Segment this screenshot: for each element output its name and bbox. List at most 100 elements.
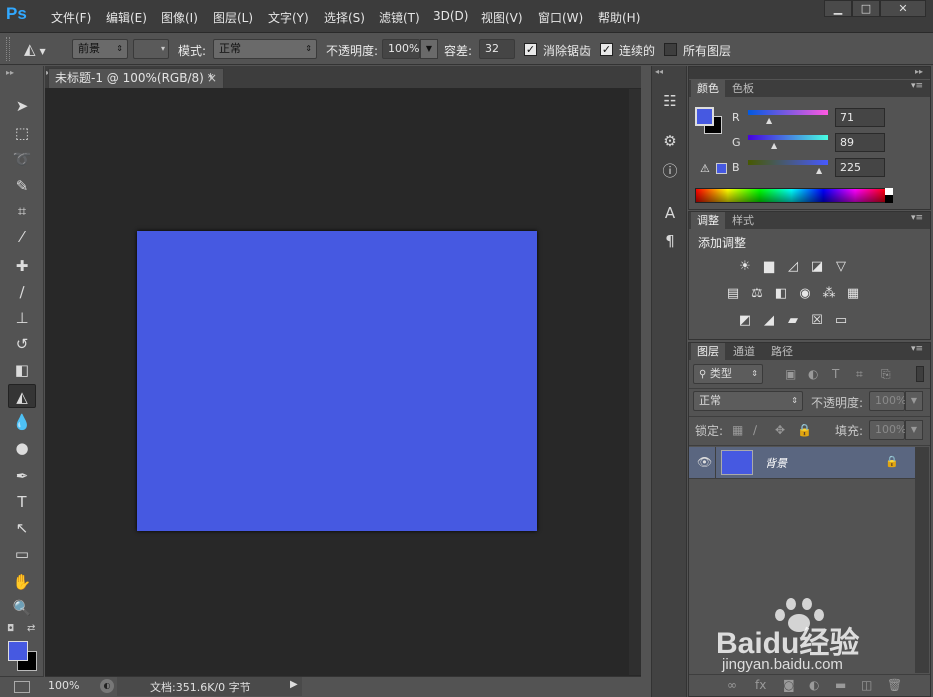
layers-scrollbar[interactable] — [915, 447, 929, 673]
exposure-icon[interactable]: ◪ — [808, 259, 826, 275]
move-icon[interactable]: ➤ — [8, 94, 36, 118]
black-white-icon[interactable]: ◧ — [772, 286, 790, 302]
minimize-button[interactable]: ▁ — [824, 0, 852, 17]
new-adjustment-layer-icon[interactable]: ◐ — [809, 678, 819, 692]
tab-layers[interactable]: 图层 — [691, 343, 725, 360]
properties-panel-icon[interactable]: ⚙ — [659, 130, 681, 152]
opacity-input[interactable]: 100% — [382, 39, 420, 59]
document-tab[interactable]: 未标题-1 @ 100%(RGB/8) * × — [48, 68, 224, 88]
g-input[interactable]: 89 — [835, 133, 885, 152]
layer-filter-select[interactable]: ⚲ 类型 ⇕ — [693, 364, 763, 384]
menu-image[interactable]: 图像(I) — [161, 9, 198, 26]
screen-mode-icon[interactable] — [14, 681, 30, 693]
path-select-icon[interactable]: ↖ — [8, 516, 36, 540]
menu-layer[interactable]: 图层(L) — [213, 9, 253, 26]
lasso-icon[interactable]: ➰ — [8, 147, 36, 171]
pattern-picker[interactable]: ▾ — [133, 39, 169, 59]
menu-filter[interactable]: 滤镜(T) — [379, 9, 420, 26]
healing-icon[interactable]: ✚ — [8, 254, 36, 278]
default-colors-icon[interactable]: ◘ — [7, 624, 14, 634]
maximize-button[interactable]: □ — [852, 0, 880, 17]
vibrance-icon[interactable]: ▽ — [832, 259, 850, 275]
color-balance-icon[interactable]: ⚖ — [748, 286, 766, 302]
curves-icon[interactable]: ◿ — [784, 259, 802, 275]
zoom-level[interactable]: 100% — [48, 679, 79, 692]
r-slider[interactable] — [748, 110, 828, 115]
r-input[interactable]: 71 — [835, 108, 885, 127]
menu-view[interactable]: 视图(V) — [481, 9, 523, 26]
crop-icon[interactable]: ⌗ — [8, 199, 36, 223]
tab-styles[interactable]: 样式 — [726, 212, 760, 229]
filter-shape-icon[interactable]: ⌗ — [856, 367, 863, 382]
panel-menu-icon[interactable]: ▾≡ — [911, 81, 923, 91]
filter-type-icon[interactable]: T — [832, 367, 839, 381]
tool-preset-picker[interactable]: ◭ ▼ — [24, 38, 60, 60]
levels-icon[interactable]: ▆ — [760, 259, 778, 275]
all-layers-checkbox[interactable] — [664, 43, 677, 56]
close-button[interactable]: ✕ — [880, 0, 926, 17]
antialias-checkbox[interactable]: ✓ — [524, 43, 537, 56]
new-layer-icon[interactable]: ◫ — [861, 678, 872, 692]
filter-adjustment-icon[interactable]: ◐ — [808, 367, 818, 381]
paint-bucket-icon[interactable]: ◭ — [8, 384, 36, 408]
b-slider-handle[interactable]: ▲ — [816, 166, 822, 175]
threshold-icon[interactable]: ▰ — [784, 313, 802, 329]
lock-position-icon[interactable]: ✥ — [775, 423, 785, 437]
foreground-color-swatch[interactable] — [8, 641, 28, 661]
new-group-icon[interactable]: ▬ — [835, 678, 846, 692]
vertical-scrollbar[interactable] — [629, 89, 641, 675]
contiguous-checkbox[interactable]: ✓ — [600, 43, 613, 56]
tab-color[interactable]: 颜色 — [691, 80, 725, 97]
opacity-dropdown[interactable]: ▼ — [420, 39, 438, 59]
collapse-arrows-icon[interactable]: ◂◂ — [655, 67, 663, 76]
layer-opacity-input[interactable]: 100% — [869, 391, 906, 411]
brightness-contrast-icon[interactable]: ☀ — [736, 259, 754, 275]
canvas[interactable] — [137, 231, 537, 531]
lock-transparent-icon[interactable]: ▦ — [732, 423, 743, 437]
invert-icon[interactable]: ◩ — [736, 313, 754, 329]
panel-menu-icon[interactable]: ▾≡ — [911, 344, 923, 354]
tab-paths[interactable]: 路径 — [765, 343, 799, 360]
menu-edit[interactable]: 编辑(E) — [106, 9, 147, 26]
layer-name[interactable]: 背景 — [765, 455, 787, 471]
lock-image-icon[interactable]: ∕ — [753, 423, 757, 437]
info-panel-icon[interactable]: ⓘ — [659, 160, 681, 182]
collapse-arrows-icon[interactable]: ▸▸ — [915, 67, 923, 76]
channel-mixer-icon[interactable]: ⁂ — [820, 286, 838, 302]
g-slider-handle[interactable]: ▲ — [771, 141, 777, 150]
filter-smart-object-icon[interactable]: ⎘ — [881, 367, 891, 382]
delete-layer-icon[interactable]: 🗑 — [887, 678, 902, 692]
brush-icon[interactable]: ∕ — [8, 280, 36, 304]
menu-type[interactable]: 文字(Y) — [268, 9, 309, 26]
paragraph-panel-icon[interactable]: ¶ — [659, 230, 681, 252]
hue-saturation-icon[interactable]: ▤ — [724, 286, 742, 302]
panel-menu-icon[interactable]: ▾≡ — [911, 213, 923, 223]
eyedropper-icon[interactable]: ⁄ — [8, 225, 36, 249]
filter-pixel-icon[interactable]: ▣ — [785, 367, 796, 381]
gradient-map-icon[interactable]: ▭ — [832, 313, 850, 329]
black-swatch[interactable] — [885, 195, 893, 203]
lock-all-icon[interactable]: 🔒 — [797, 423, 812, 437]
g-slider[interactable] — [748, 135, 828, 140]
character-panel-icon[interactable]: A — [659, 202, 681, 224]
menu-3d[interactable]: 3D(D) — [433, 9, 468, 23]
close-tab-icon[interactable]: × — [207, 69, 217, 88]
dodge-icon[interactable]: ● — [8, 436, 36, 460]
menu-window[interactable]: 窗口(W) — [538, 9, 583, 26]
zoom-icon[interactable]: 🔍 — [8, 596, 36, 620]
selective-color-icon[interactable]: ☒ — [808, 313, 826, 329]
fill-dropdown[interactable]: ▼ — [905, 420, 923, 440]
color-ramp[interactable] — [695, 188, 888, 203]
layer-opacity-dropdown[interactable]: ▼ — [905, 391, 923, 411]
menu-file[interactable]: 文件(F) — [51, 9, 91, 26]
gamut-color-swatch[interactable] — [716, 163, 727, 174]
layer-style-icon[interactable]: fx — [755, 678, 766, 692]
tab-adjustments[interactable]: 调整 — [691, 212, 725, 229]
b-input[interactable]: 225 — [835, 158, 885, 177]
fill-source-select[interactable]: 前景 ⇕ — [72, 39, 128, 59]
menu-help[interactable]: 帮助(H) — [598, 9, 640, 26]
visibility-eye-icon[interactable]: 👁 — [697, 455, 712, 469]
b-slider[interactable] — [748, 160, 828, 165]
status-info-icon[interactable]: ◐ — [100, 679, 114, 693]
add-mask-icon[interactable]: ◙ — [783, 678, 795, 692]
